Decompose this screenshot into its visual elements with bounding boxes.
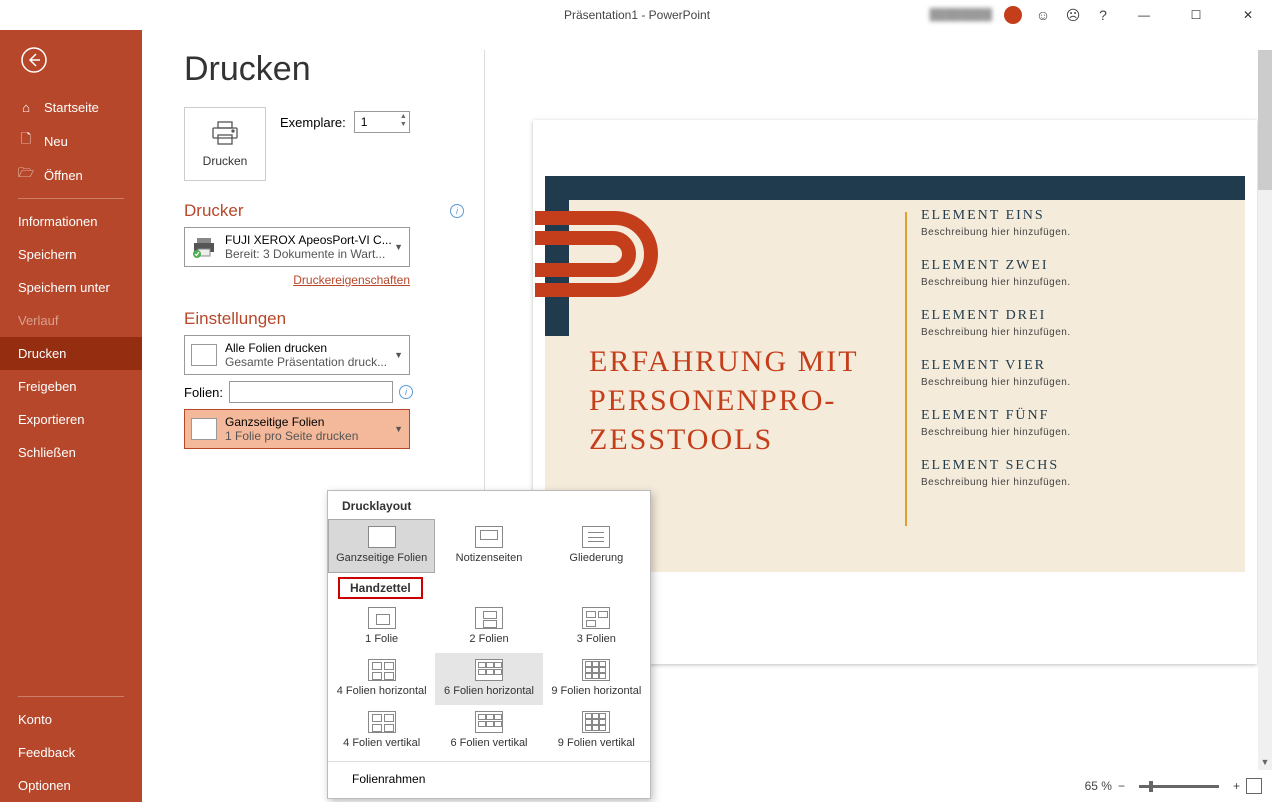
printer-icon	[191, 236, 217, 258]
zoom-out-button[interactable]: −	[1118, 779, 1125, 793]
spinner-up-icon[interactable]: ▲	[400, 113, 407, 121]
nav-close[interactable]: Schließen	[0, 436, 142, 469]
nav-info[interactable]: Informationen	[0, 205, 142, 238]
slide-list-item: ELEMENT EINSBeschreibung hier hinzufügen…	[921, 208, 1225, 238]
copies-label: Exemplare:	[280, 115, 346, 130]
backstage-sidebar: ⌂Startseite 🗋Neu 🗁Öffnen Informationen S…	[0, 30, 142, 802]
zoom-slider[interactable]	[1139, 785, 1219, 788]
dropdown-section-layout: Drucklayout	[328, 491, 650, 519]
slide-list: ELEMENT EINSBeschreibung hier hinzufügen…	[921, 208, 1225, 508]
handout-9v[interactable]: 9 Folien vertikal	[543, 705, 650, 757]
settings-section-title: Einstellungen	[184, 309, 464, 329]
handout-2[interactable]: 2 Folien	[435, 601, 542, 653]
nav-export[interactable]: Exportieren	[0, 403, 142, 436]
handout-4v[interactable]: 4 Folien vertikal	[328, 705, 435, 757]
page-title: Drucken	[184, 50, 464, 89]
range-thumb-icon	[191, 344, 217, 366]
fit-to-window-button[interactable]	[1246, 778, 1262, 794]
slides-label: Folien:	[184, 385, 223, 400]
nav-share[interactable]: Freigeben	[0, 370, 142, 403]
user-avatar[interactable]	[1004, 6, 1022, 24]
user-name: ████████	[930, 9, 992, 21]
window-title: Präsentation1 - PowerPoint	[564, 8, 710, 22]
spinner-down-icon[interactable]: ▼	[400, 121, 407, 129]
close-button[interactable]: ✕	[1228, 0, 1268, 30]
printer-section-title: Drucker i	[184, 201, 464, 221]
slide-list-item: ELEMENT FÜNFBeschreibung hier hinzufügen…	[921, 408, 1225, 438]
minimize-button[interactable]: —	[1124, 0, 1164, 30]
handout-4h[interactable]: 4 Folien horizontal	[328, 653, 435, 705]
layout-thumb-icon	[191, 418, 217, 440]
maximize-button[interactable]: ☐	[1176, 0, 1216, 30]
nav-save[interactable]: Speichern	[0, 238, 142, 271]
back-button[interactable]	[14, 40, 54, 80]
nav-open[interactable]: 🗁Öffnen	[0, 158, 142, 192]
nav-history: Verlauf	[0, 304, 142, 337]
info-icon[interactable]: i	[450, 204, 464, 218]
chevron-down-icon: ▼	[394, 424, 403, 434]
nav-account[interactable]: Konto	[0, 703, 142, 736]
handout-1[interactable]: 1 Folie	[328, 601, 435, 653]
preview-scrollbar[interactable]: ▼	[1258, 50, 1272, 770]
frown-icon[interactable]: ☹	[1064, 6, 1082, 24]
handout-6v[interactable]: 6 Folien vertikal	[435, 705, 542, 757]
print-button[interactable]: Drucken	[184, 107, 266, 181]
zoom-level: 65 %	[1085, 779, 1112, 793]
layout-notes[interactable]: Notizenseiten	[435, 519, 542, 573]
titlebar: Präsentation1 - PowerPoint ████████ ☺ ☹ …	[0, 0, 1274, 30]
scrollbar-thumb[interactable]	[1258, 50, 1272, 190]
nav-print[interactable]: Drucken	[0, 337, 142, 370]
nav-saveas[interactable]: Speichern unter	[0, 271, 142, 304]
nav-options[interactable]: Optionen	[0, 769, 142, 802]
handout-3[interactable]: 3 Folien	[543, 601, 650, 653]
layout-dropdown: Drucklayout Ganzseitige Folien Notizense…	[327, 490, 651, 799]
nav-feedback[interactable]: Feedback	[0, 736, 142, 769]
slides-input[interactable]	[229, 381, 393, 403]
layout-full-slides[interactable]: Ganzseitige Folien	[328, 519, 435, 573]
handout-6h[interactable]: 6 Folien horizontal	[435, 653, 542, 705]
handout-9h[interactable]: 9 Folien horizontal	[543, 653, 650, 705]
printer-properties-link[interactable]: Druckereigenschaften	[293, 273, 410, 287]
printer-name: FUJI XEROX ApeosPort-VI C...	[225, 233, 392, 247]
slide-list-item: ELEMENT SECHSBeschreibung hier hinzufüge…	[921, 458, 1225, 488]
smile-icon[interactable]: ☺	[1034, 6, 1052, 24]
slide-list-item: ELEMENT ZWEIBeschreibung hier hinzufügen…	[921, 258, 1225, 288]
home-icon: ⌂	[18, 99, 34, 115]
copies-input[interactable]: 1 ▲▼	[354, 111, 410, 133]
option-frame-slides[interactable]: Folienrahmen	[328, 766, 650, 792]
slide-list-item: ELEMENT VIERBeschreibung hier hinzufügen…	[921, 358, 1225, 388]
layout-outline[interactable]: Gliederung	[543, 519, 650, 573]
nav-home[interactable]: ⌂Startseite	[0, 90, 142, 124]
zoom-in-button[interactable]: +	[1233, 779, 1240, 793]
print-range-select[interactable]: Alle Folien druckenGesamte Präsentation …	[184, 335, 410, 375]
help-icon[interactable]: ?	[1094, 6, 1112, 24]
print-layout-select[interactable]: Ganzseitige Folien1 Folie pro Seite druc…	[184, 409, 410, 449]
slide-list-item: ELEMENT DREIBeschreibung hier hinzufügen…	[921, 308, 1225, 338]
printer-select[interactable]: FUJI XEROX ApeosPort-VI C...Bereit: 3 Do…	[184, 227, 410, 267]
scroll-down-icon[interactable]: ▼	[1258, 754, 1272, 770]
slide-headline: ERFAHRUNG MIT PERSONENPRO-ZESSTOOLS	[589, 342, 889, 459]
dropdown-section-handouts: Handzettel	[338, 577, 423, 599]
info-icon[interactable]: i	[399, 385, 413, 399]
nav-separator	[18, 198, 124, 199]
nav-separator	[18, 696, 124, 697]
slide-graphic	[535, 206, 665, 306]
print-button-label: Drucken	[203, 154, 248, 168]
nav-new[interactable]: 🗋Neu	[0, 124, 142, 158]
printer-icon	[210, 120, 240, 146]
chevron-down-icon: ▼	[394, 350, 403, 360]
open-icon: 🗁	[18, 167, 34, 183]
new-icon: 🗋	[18, 133, 34, 149]
printer-status: Bereit: 3 Dokumente in Wart...	[225, 247, 392, 261]
chevron-down-icon: ▼	[394, 242, 403, 252]
